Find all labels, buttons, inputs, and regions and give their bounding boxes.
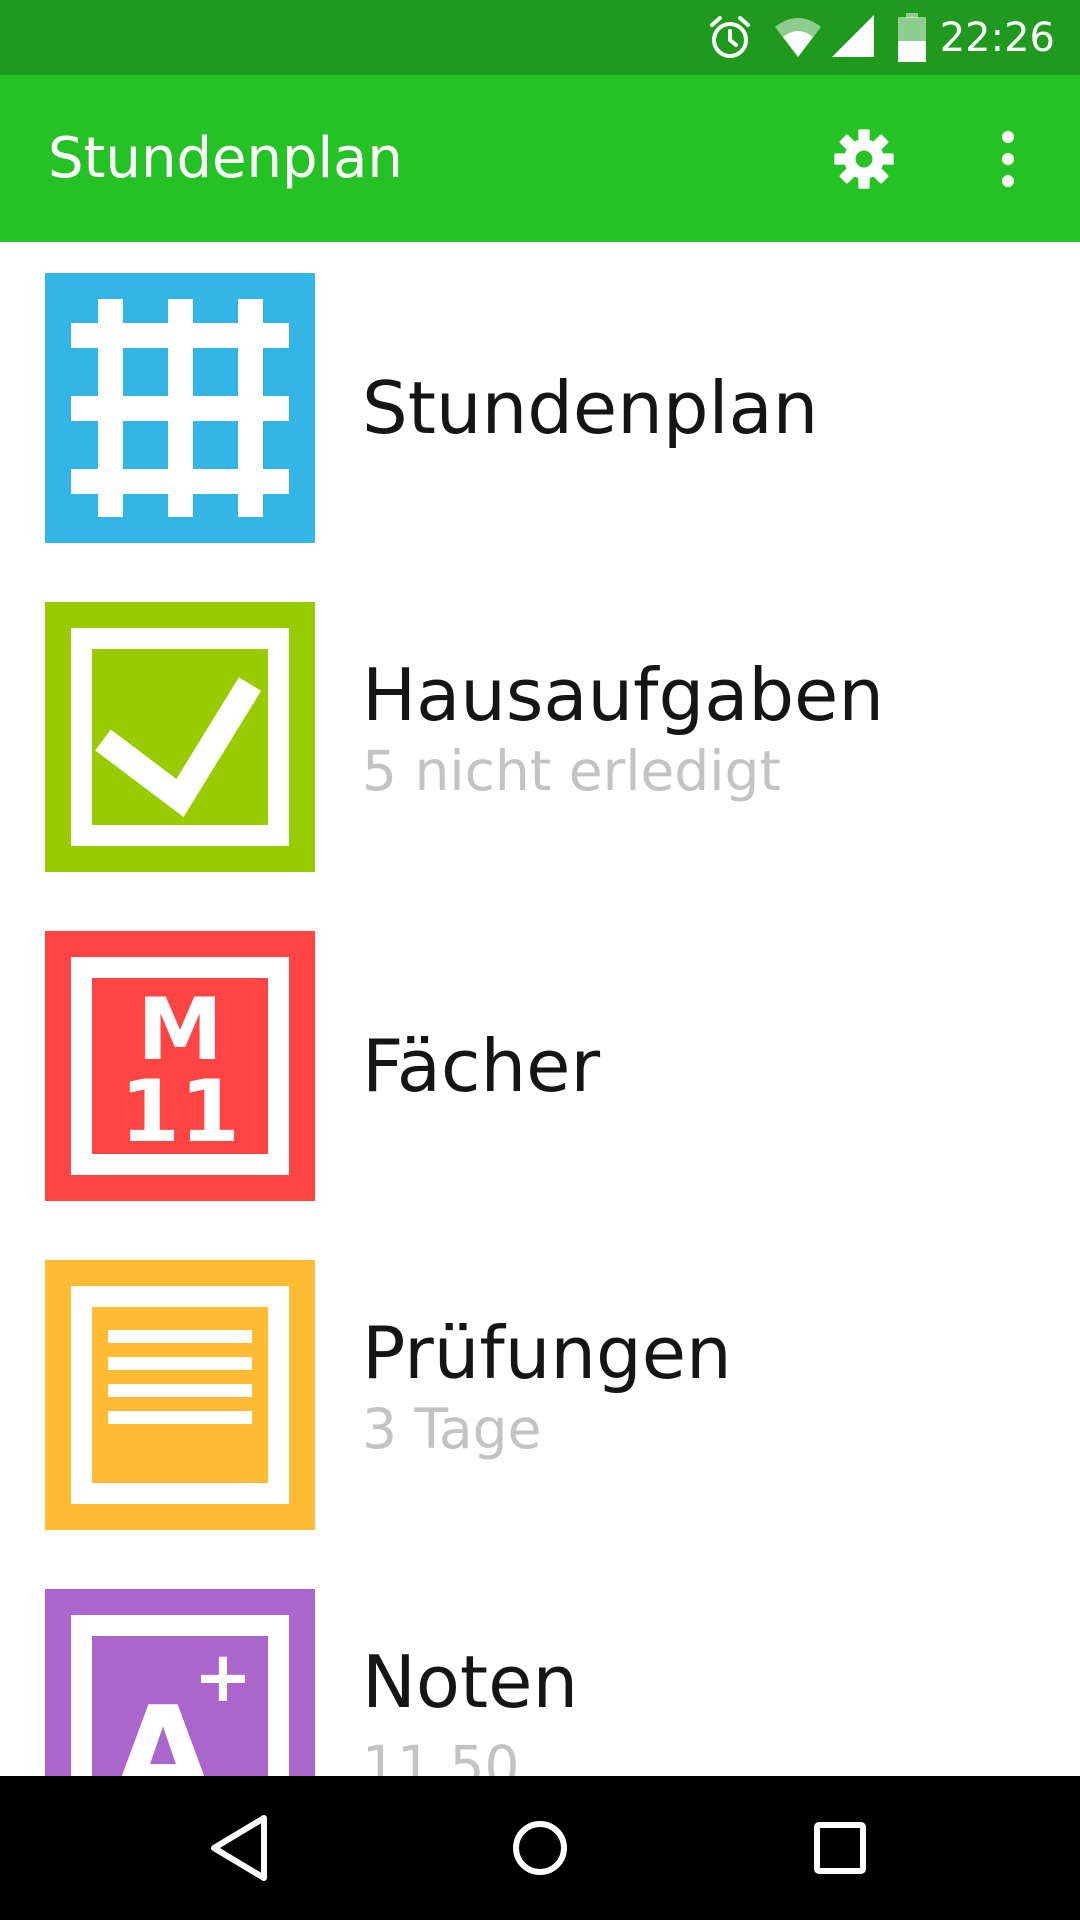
- tile-subtitle: 5 nicht erledigt: [362, 739, 781, 803]
- grid-icon: [45, 273, 315, 543]
- tile-title: Fächer: [362, 1024, 601, 1108]
- alarm-icon: [710, 16, 750, 58]
- tile-faecher[interactable]: M 11 Fächer: [0, 900, 1080, 1229]
- tile-subtitle: 11,50: [362, 1734, 520, 1776]
- dashboard-list: Stundenplan Hausaufgaben 5 nicht erledig…: [0, 242, 1080, 1776]
- battery-icon: [898, 13, 926, 62]
- status-time: 22:26: [939, 15, 1055, 61]
- grade-icon: A +: [45, 1589, 315, 1776]
- tile-pruefungen[interactable]: Prüfungen 3 Tage: [0, 1229, 1080, 1558]
- recents-square-icon[interactable]: [800, 1808, 880, 1888]
- tile-subtitle: 3 Tage: [362, 1397, 542, 1461]
- tile-stundenplan[interactable]: Stundenplan: [0, 242, 1080, 571]
- app-title: Stundenplan: [48, 126, 403, 191]
- app-bar: Stundenplan: [0, 75, 1080, 242]
- overflow-menu-icon[interactable]: [994, 127, 1022, 191]
- signal-icon: [832, 15, 874, 57]
- document-icon: [45, 1260, 315, 1530]
- grade-icon-plus: +: [194, 1636, 253, 1718]
- navigation-bar: [0, 1776, 1080, 1920]
- back-triangle-icon[interactable]: [200, 1808, 280, 1888]
- subject-icon-number: 11: [120, 1062, 240, 1162]
- tile-title: Prüfungen: [362, 1311, 732, 1395]
- settings-gear-icon[interactable]: [830, 125, 898, 193]
- checkbox-icon: [45, 602, 315, 872]
- status-bar: 22:26: [0, 0, 1080, 75]
- subject-icon: M 11: [45, 931, 315, 1201]
- tile-hausaufgaben[interactable]: Hausaufgaben 5 nicht erledigt: [0, 571, 1080, 900]
- tile-noten[interactable]: A + Noten 11,50: [0, 1558, 1080, 1776]
- tile-title: Hausaufgaben: [362, 653, 884, 737]
- tile-title: Stundenplan: [362, 366, 819, 450]
- home-circle-icon[interactable]: [500, 1808, 580, 1888]
- wifi-icon: [775, 18, 821, 57]
- tile-title: Noten: [362, 1640, 579, 1724]
